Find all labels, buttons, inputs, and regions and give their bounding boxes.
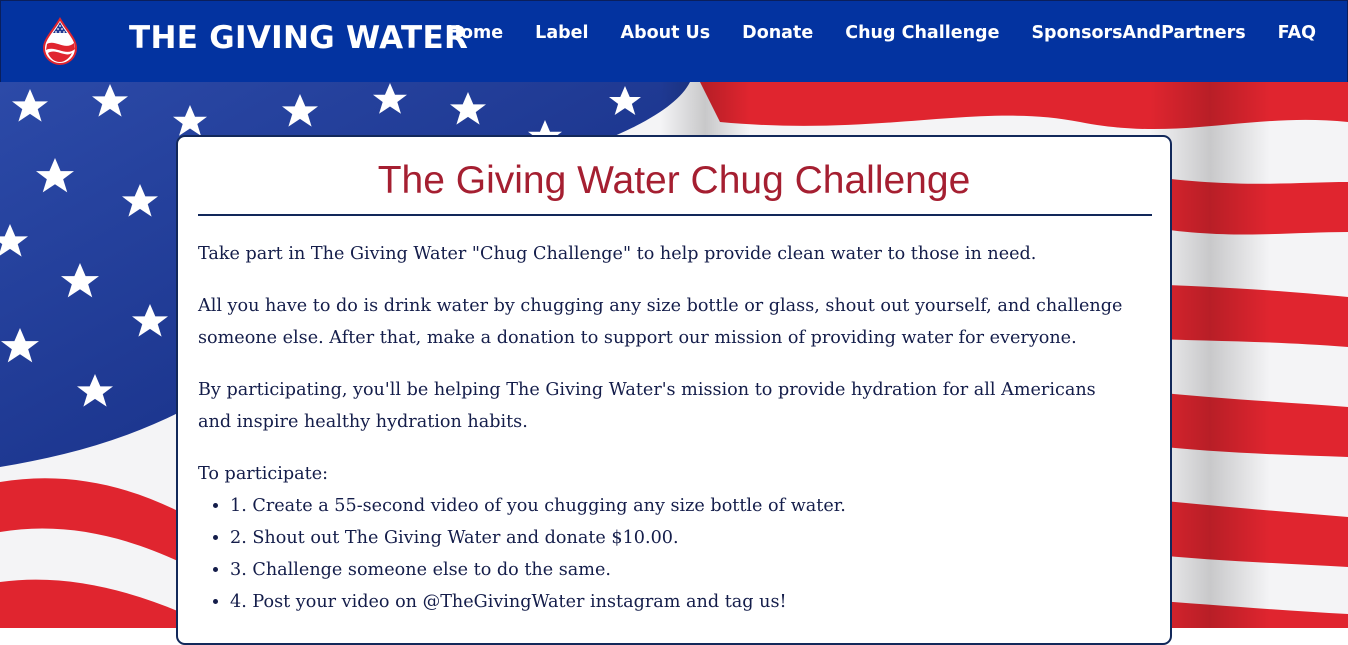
page-title: The Giving Water Chug Challenge <box>377 159 971 202</box>
steps-label: To participate: <box>198 464 329 484</box>
nav-sponsors-and-partners[interactable]: SponsorsAndPartners <box>1031 23 1245 43</box>
nav-label[interactable]: Label <box>535 23 588 43</box>
list-item: 3. Challenge someone else to do the same… <box>230 554 1134 586</box>
site-header: THE GIVING WATER Home Label About Us Don… <box>0 0 1348 83</box>
nav-home[interactable]: Home <box>446 23 503 43</box>
nav-about-us[interactable]: About Us <box>621 23 711 43</box>
nav-donate[interactable]: Donate <box>742 23 813 43</box>
list-item: 2. Shout out The Giving Water and donate… <box>230 522 1134 554</box>
water-drop-flag-logo-icon[interactable] <box>39 17 81 65</box>
how-it-works-paragraph: All you have to do is drink water by chu… <box>198 296 1123 348</box>
card-body: Take part in The Giving Water "Chug Chal… <box>198 238 1134 618</box>
main-nav: Home Label About Us Donate Chug Challeng… <box>414 23 1316 43</box>
nav-faq[interactable]: FAQ <box>1278 23 1316 43</box>
title-divider <box>198 214 1152 216</box>
mission-paragraph: By participating, you'll be helping The … <box>198 380 1096 432</box>
list-item: 1. Create a 55-second video of you chugg… <box>230 490 1134 522</box>
chug-challenge-card: The Giving Water Chug Challenge Take par… <box>176 135 1172 645</box>
steps-list: 1. Create a 55-second video of you chugg… <box>198 490 1134 618</box>
nav-chug-challenge[interactable]: Chug Challenge <box>845 23 999 43</box>
list-item: 4. Post your video on @TheGivingWater in… <box>230 586 1134 618</box>
intro-paragraph: Take part in The Giving Water "Chug Chal… <box>198 244 1037 264</box>
